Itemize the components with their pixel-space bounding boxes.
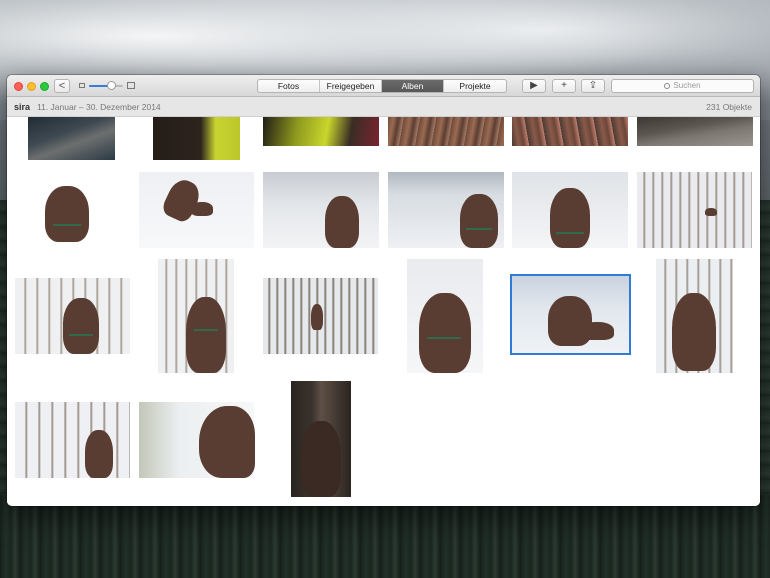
maximize-button[interactable] [40,82,49,91]
search-icon [664,83,671,89]
share-button[interactable]: ⇪ [581,79,605,93]
photo-thumbnail[interactable] [139,402,255,478]
desktop-forest-right [760,200,770,500]
photo-thumbnail[interactable] [637,172,752,248]
photo-thumbnail[interactable] [263,117,379,146]
photo-thumbnail[interactable] [263,278,378,354]
dog-collar [466,228,492,230]
dog-figure [325,196,359,248]
slider-knob[interactable] [106,81,116,90]
back-button[interactable]: < [54,79,70,93]
plus-icon: + [561,80,567,91]
photo-thumbnail[interactable] [512,172,628,248]
tab-alben[interactable]: Alben [382,80,444,92]
dog-collar [556,232,584,234]
photo-thumbnail-selected[interactable] [510,274,631,355]
photo-thumbnail[interactable] [512,117,628,146]
photo-thumbnail[interactable] [139,172,254,248]
view-segmented-control: Fotos Freigegeben Alben Projekte [257,79,507,93]
small-thumbnail-icon [79,83,85,88]
photo-thumbnail[interactable] [407,259,483,373]
photos-window: < Fotos Freigegeben Alben Projekte ▶ + ⇪… [7,75,760,506]
dog-figure [301,421,341,497]
photo-thumbnail[interactable] [637,117,753,146]
dog-collar [427,337,461,339]
back-chevron-icon: < [58,80,66,92]
search-field[interactable]: Suchen [611,79,754,93]
photo-thumbnail[interactable] [28,117,115,160]
dog-figure [186,297,226,373]
dog-figure [191,202,213,216]
album-date-range: 11. Januar – 30. Dezember 2014 [37,102,161,112]
dog-figure [311,304,323,330]
album-item-count: 231 Objekte [706,102,752,112]
dog-figure [672,293,716,371]
photo-thumbnail[interactable] [153,117,240,160]
large-thumbnail-icon [127,82,135,89]
minimize-button[interactable] [27,82,36,91]
search-placeholder: Suchen [673,81,701,90]
photo-thumbnail[interactable] [15,402,130,478]
dog-figure [45,186,89,242]
photo-thumbnail[interactable] [388,117,504,146]
dog-collar [69,334,93,336]
dog-figure [580,322,614,340]
photo-thumbnail[interactable] [388,172,504,248]
add-button[interactable]: + [552,79,576,93]
photo-thumbnail[interactable] [291,381,351,497]
dog-figure [199,406,255,478]
dog-figure [85,430,113,478]
photo-thumbnail[interactable] [158,259,234,373]
dog-figure [550,188,590,248]
share-icon: ⇪ [588,80,598,91]
toolbar: < Fotos Freigegeben Alben Projekte ▶ + ⇪… [7,75,760,97]
album-info-bar: sira 11. Januar – 30. Dezember 2014 231 … [7,97,760,117]
album-title: sira [14,102,31,112]
close-button[interactable] [14,82,23,91]
tab-projekte[interactable]: Projekte [444,80,506,92]
play-icon: ▶ [530,80,538,91]
dog-figure [159,175,205,225]
photo-thumbnail[interactable] [15,172,129,248]
dog-collar [194,329,218,331]
dog-collar [53,224,81,226]
photo-thumbnail[interactable] [15,278,130,354]
desktop-forest [0,495,770,578]
dog-figure [705,208,717,216]
tab-freigegeben[interactable]: Freigegeben [320,80,382,92]
photo-thumbnail[interactable] [263,172,379,248]
photo-thumbnail[interactable] [656,259,733,373]
thumbnail-size-slider[interactable] [79,81,135,91]
tab-fotos[interactable]: Fotos [258,80,320,92]
photo-grid [7,117,760,506]
dog-figure [63,298,99,354]
slideshow-button[interactable]: ▶ [522,79,546,93]
dog-figure [460,194,498,248]
dog-figure [419,293,471,373]
